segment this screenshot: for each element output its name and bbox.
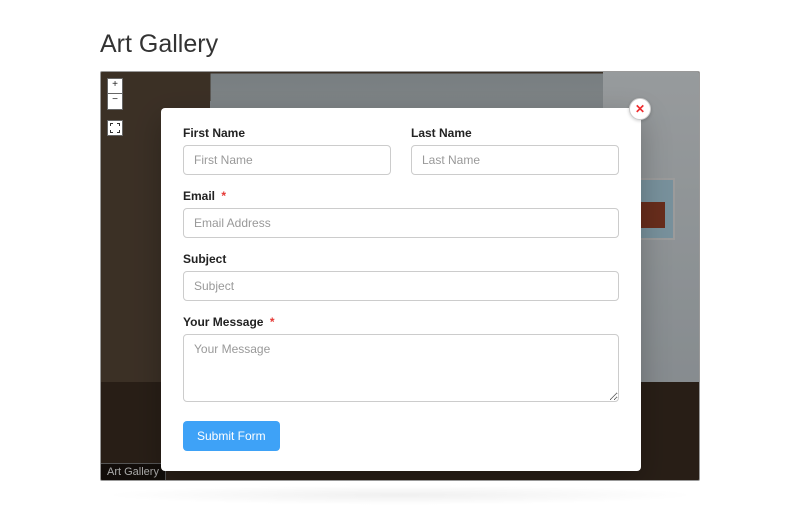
gallery-viewer: + − Art Gallery ✕ First Name Last Name xyxy=(100,71,700,481)
close-icon: ✕ xyxy=(635,102,645,116)
email-group: Email * xyxy=(183,189,619,238)
close-button[interactable]: ✕ xyxy=(629,98,651,120)
last-name-label: Last Name xyxy=(411,126,619,140)
zoom-controls: + − xyxy=(107,78,123,136)
email-label: Email * xyxy=(183,189,619,203)
email-required-mark: * xyxy=(221,189,226,203)
subject-input[interactable] xyxy=(183,271,619,301)
page-title: Art Gallery xyxy=(100,30,700,59)
decorative-shadow xyxy=(100,485,700,505)
viewer-caption: Art Gallery xyxy=(101,463,166,480)
zoom-in-button[interactable]: + xyxy=(107,78,123,94)
contact-form-modal: ✕ First Name Last Name Email * xyxy=(161,108,641,471)
fullscreen-icon xyxy=(110,123,120,133)
message-label-text: Your Message xyxy=(183,315,263,329)
last-name-group: Last Name xyxy=(411,126,619,175)
first-name-group: First Name xyxy=(183,126,391,175)
message-label: Your Message * xyxy=(183,315,619,329)
message-textarea[interactable] xyxy=(183,334,619,402)
fullscreen-button[interactable] xyxy=(107,120,123,136)
subject-group: Subject xyxy=(183,252,619,301)
message-group: Your Message * xyxy=(183,315,619,407)
last-name-input[interactable] xyxy=(411,145,619,175)
submit-button[interactable]: Submit Form xyxy=(183,421,280,451)
subject-label: Subject xyxy=(183,252,619,266)
first-name-input[interactable] xyxy=(183,145,391,175)
first-name-label: First Name xyxy=(183,126,391,140)
message-required-mark: * xyxy=(270,315,275,329)
email-input[interactable] xyxy=(183,208,619,238)
zoom-out-button[interactable]: − xyxy=(107,94,123,110)
email-label-text: Email xyxy=(183,189,215,203)
